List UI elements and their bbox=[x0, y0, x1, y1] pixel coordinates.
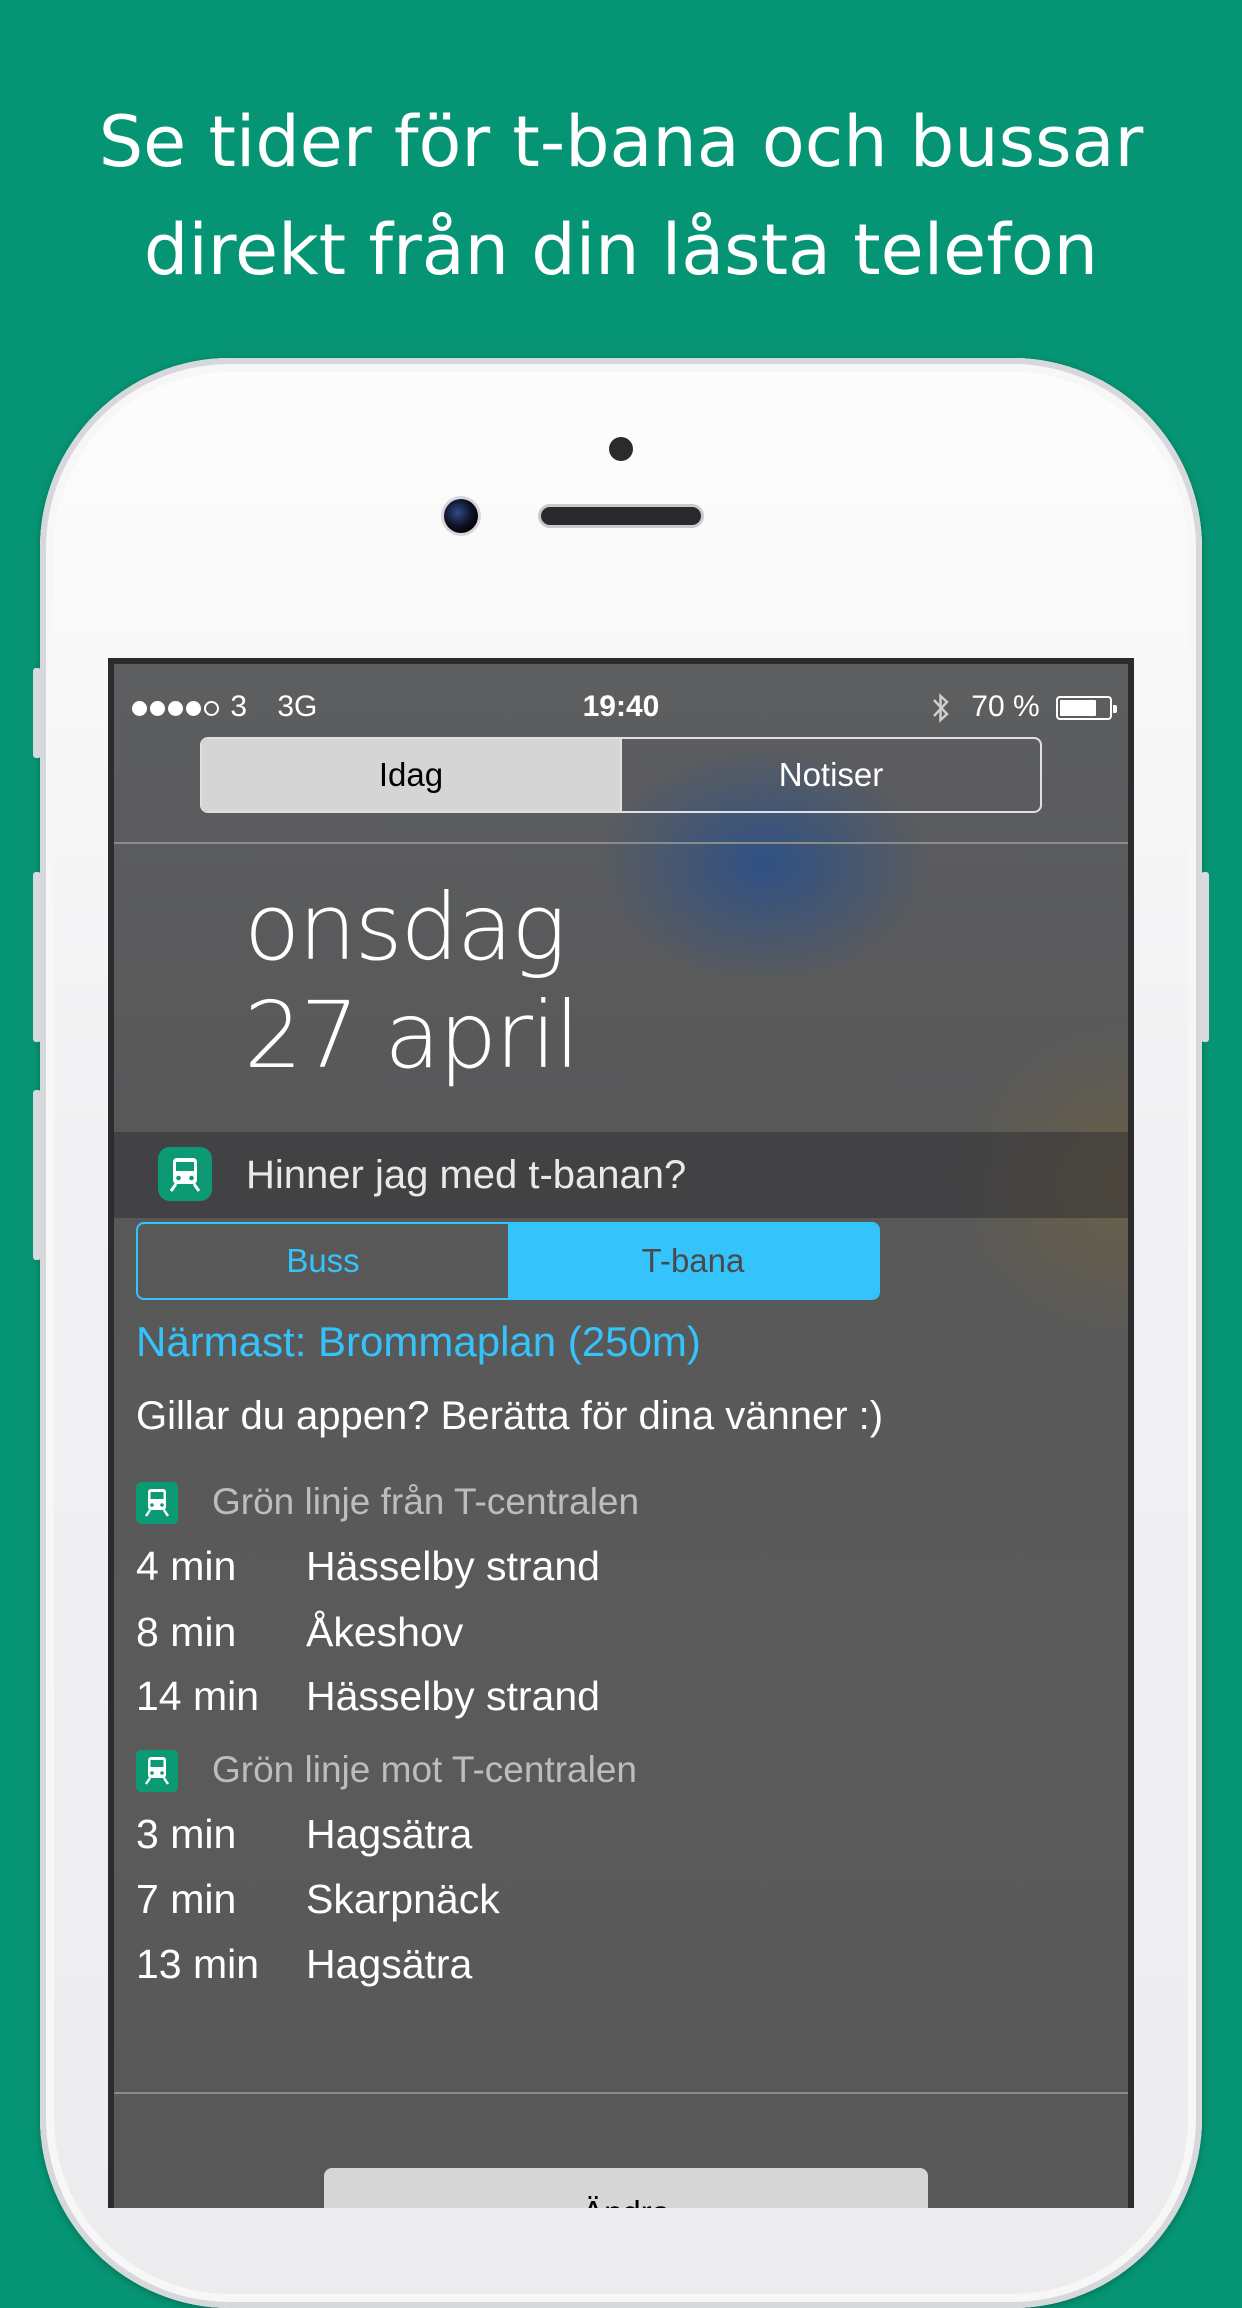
departure-minutes: 7 min bbox=[136, 1876, 237, 1922]
train-icon bbox=[136, 1482, 178, 1524]
today-notifications-segment: Idag Notiser bbox=[200, 737, 1042, 813]
departure-destination: Hässelby strand bbox=[306, 1673, 600, 1719]
widget-title: Hinner jag med t-banan? bbox=[246, 1153, 687, 1197]
tab-notifications[interactable]: Notiser bbox=[620, 739, 1040, 811]
date-day: 27 april bbox=[244, 982, 580, 1089]
front-camera bbox=[444, 499, 478, 533]
phone-screen: 3 3G 19:40 70 % Idag Notiser onsdag 27 a… bbox=[108, 658, 1134, 2208]
departure-minutes: 4 min bbox=[136, 1543, 237, 1589]
departure-minutes: 8 min bbox=[136, 1609, 237, 1655]
departure-destination: Skarpnäck bbox=[306, 1876, 500, 1922]
direction-label: Grön linje mot T-centralen bbox=[212, 1749, 638, 1790]
headline: Se tider för t-bana och bussar direkt fr… bbox=[0, 88, 1242, 304]
bluetooth-icon bbox=[933, 693, 949, 723]
headline-line-2: direkt från din låsta telefon bbox=[143, 209, 1099, 291]
direction-label: Grön linje från T-centralen bbox=[212, 1481, 640, 1522]
train-icon bbox=[136, 1750, 178, 1792]
departure-destination: Hagsätra bbox=[306, 1941, 473, 1987]
phone-volume-up bbox=[33, 872, 41, 1042]
departure-minutes: 13 min bbox=[136, 1941, 260, 1987]
tab-today[interactable]: Idag bbox=[202, 739, 620, 811]
phone-volume-down bbox=[33, 1090, 41, 1260]
tab-metro[interactable]: T-bana bbox=[508, 1224, 878, 1298]
battery-icon bbox=[1056, 696, 1117, 721]
tab-bus[interactable]: Buss bbox=[138, 1224, 508, 1298]
headline-line-1: Se tider för t-bana och bussar bbox=[98, 101, 1144, 183]
divider bbox=[114, 2092, 1128, 2094]
widget-header[interactable]: Hinner jag med t-banan? bbox=[114, 1132, 1128, 1218]
nearest-station-link[interactable]: Närmast: Brommaplan (250m) bbox=[136, 1314, 701, 1370]
phone-power-button bbox=[1201, 872, 1209, 1042]
date-display: onsdag 27 april bbox=[244, 874, 580, 1090]
transport-mode-segment: Buss T-bana bbox=[136, 1222, 880, 1300]
phone-mute-switch bbox=[33, 668, 41, 758]
earpiece-speaker bbox=[541, 507, 701, 525]
departure-minutes: 14 min bbox=[136, 1673, 260, 1719]
status-bar: 3 3G 19:40 70 % bbox=[114, 682, 1128, 732]
battery-percent: 70 % bbox=[971, 690, 1040, 723]
status-right: 70 % bbox=[931, 682, 1117, 732]
train-app-icon bbox=[158, 1147, 212, 1201]
departure-destination: Hässelby strand bbox=[306, 1543, 600, 1589]
promo-text[interactable]: Gillar du appen? Berätta för dina vänner… bbox=[136, 1388, 883, 1444]
departure-destination: Åkeshov bbox=[306, 1609, 464, 1655]
departure-minutes: 3 min bbox=[136, 1811, 237, 1857]
departure-destination: Hagsätra bbox=[306, 1811, 473, 1857]
date-weekday: onsdag bbox=[244, 874, 567, 981]
edit-button[interactable]: Ändra bbox=[324, 2168, 928, 2208]
proximity-sensor bbox=[609, 437, 633, 461]
divider bbox=[114, 842, 1128, 844]
